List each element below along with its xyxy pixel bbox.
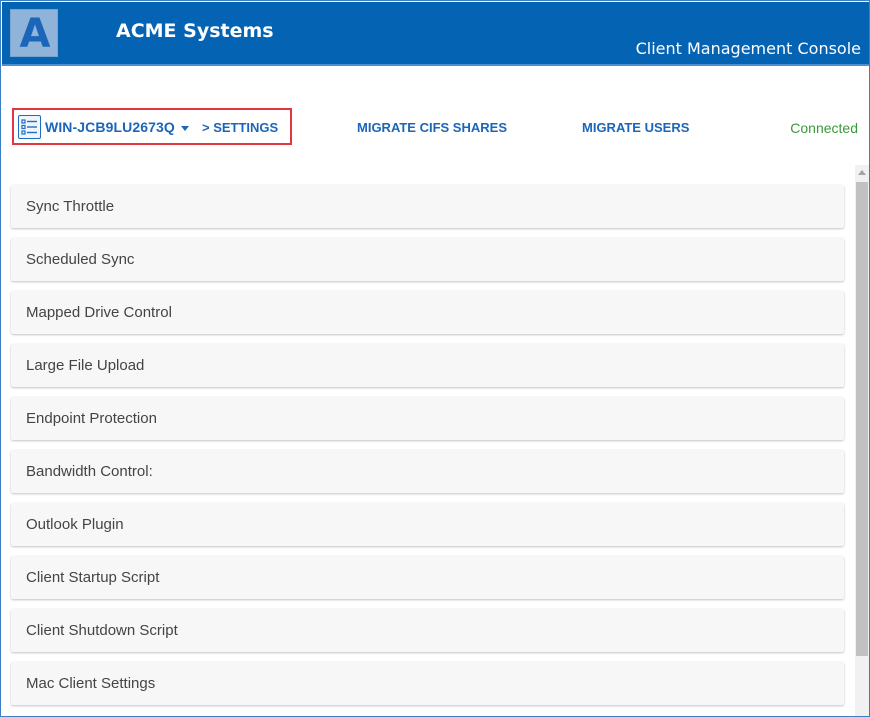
server-dropdown[interactable]: WIN-JCB9LU2673Q: [45, 119, 175, 135]
settings-item-outlook-plugin[interactable]: Outlook Plugin: [11, 503, 844, 546]
server-list-icon[interactable]: [18, 115, 41, 139]
settings-item-label: Mapped Drive Control: [26, 304, 172, 321]
settings-item-label: Bandwidth Control:: [26, 463, 153, 480]
settings-item-mapped-drive-control[interactable]: Mapped Drive Control: [11, 291, 844, 334]
settings-item-mac-client-settings[interactable]: Mac Client Settings: [11, 662, 844, 705]
settings-item-label: Sync Throttle: [26, 198, 115, 215]
settings-item-large-file-upload[interactable]: Large File Upload: [11, 344, 844, 387]
app-header: A ACME Systems Client Management Console: [2, 2, 869, 66]
scroll-up-arrow-icon[interactable]: [858, 170, 866, 175]
settings-item-label: Endpoint Protection: [26, 410, 157, 427]
console-title: Client Management Console: [635, 39, 861, 58]
settings-item-label: Large File Upload: [26, 357, 145, 374]
settings-item-scheduled-sync[interactable]: Scheduled Sync: [11, 238, 844, 281]
settings-item-bandwidth-control[interactable]: Bandwidth Control:: [11, 450, 844, 493]
settings-item-endpoint-protection[interactable]: Endpoint Protection: [11, 397, 844, 440]
settings-item-label: Scheduled Sync: [26, 251, 135, 268]
settings-item-client-startup-script[interactable]: Client Startup Script: [11, 556, 844, 599]
acme-logo: A: [10, 9, 58, 57]
settings-item-label: Mac Client Settings: [26, 675, 156, 692]
vertical-scrollbar[interactable]: [855, 165, 869, 716]
connection-status: Connected: [790, 120, 858, 136]
settings-item-client-shutdown-script[interactable]: Client Shutdown Script: [11, 609, 844, 652]
settings-item-label: Client Shutdown Script: [26, 622, 178, 639]
settings-breadcrumb-link[interactable]: > SETTINGS: [202, 120, 278, 135]
scrollbar-thumb[interactable]: [856, 182, 868, 656]
settings-item-sync-throttle[interactable]: Sync Throttle: [11, 185, 844, 228]
caret-down-icon[interactable]: [181, 126, 189, 131]
settings-list: Sync Throttle Scheduled Sync Mapped Driv…: [11, 185, 844, 715]
settings-item-label: Client Startup Script: [26, 569, 160, 586]
app-name: ACME Systems: [116, 20, 274, 42]
settings-item-label: Outlook Plugin: [26, 516, 124, 533]
migrate-cifs-shares-link[interactable]: MIGRATE CIFS SHARES: [357, 120, 507, 135]
logo-letter: A: [19, 11, 51, 57]
app-window: A ACME Systems Client Management Console…: [0, 0, 870, 717]
migrate-users-link[interactable]: MIGRATE USERS: [582, 120, 689, 135]
